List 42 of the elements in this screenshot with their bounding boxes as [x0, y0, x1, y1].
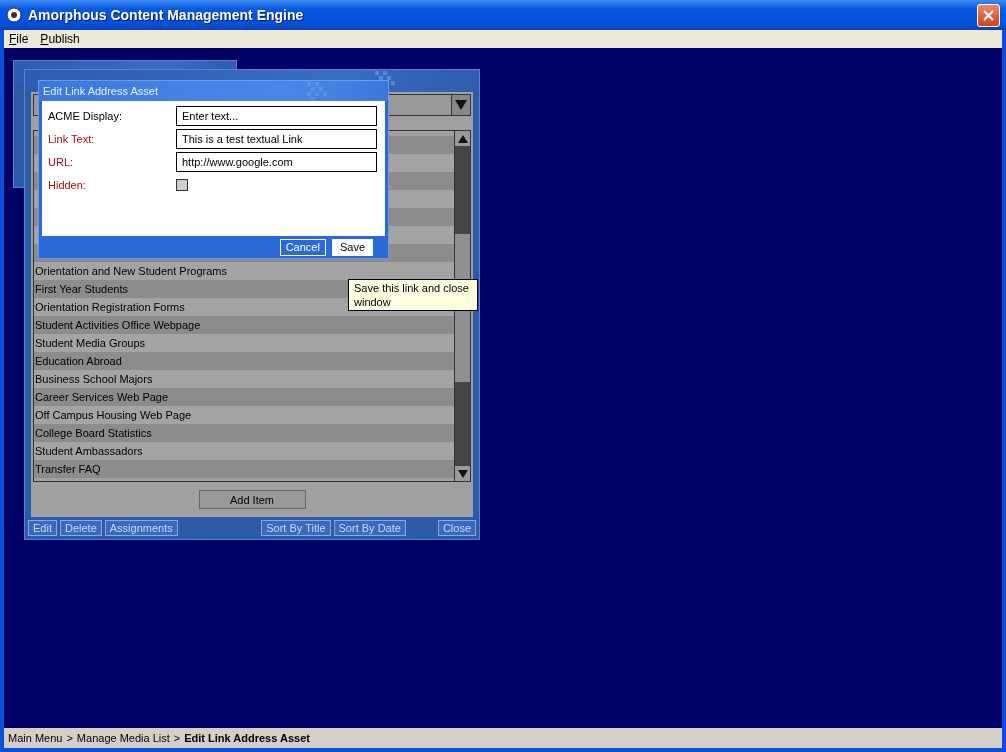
caret-icon	[455, 100, 467, 110]
breadcrumb-separator: >	[173, 732, 181, 744]
text-field[interactable]: http://www.google.com	[176, 152, 377, 172]
field-label: ACME Display:	[48, 110, 122, 122]
breadcrumb-link[interactable]: Main Menu	[8, 732, 63, 744]
up-arrow-icon	[457, 134, 468, 143]
field-label: Hidden:	[48, 179, 86, 191]
list-item[interactable]: Transfer FAQ	[34, 460, 454, 478]
list-item[interactable]: Education Abroad	[34, 352, 454, 370]
toolbar-button[interactable]: Delete	[59, 520, 102, 536]
toolbar-button[interactable]: Edit	[28, 520, 57, 536]
close-window-button[interactable]: Close	[437, 520, 476, 536]
tooltip: Save this link and close window	[348, 279, 478, 311]
checkbox[interactable]	[176, 179, 188, 191]
list-item[interactable]: Career Services Web Page	[34, 388, 454, 406]
text-field[interactable]: Enter text...	[176, 106, 377, 126]
close-button[interactable]	[977, 3, 1000, 27]
dialog-title: Edit Link Address Asset	[43, 85, 158, 97]
menu-item[interactable]: Publish	[40, 32, 80, 46]
cancel-button[interactable]: Cancel	[279, 238, 326, 256]
add-item-button[interactable]: Add Item	[198, 490, 306, 509]
window-title: Amorphous Content Management Engine	[28, 7, 305, 23]
list-item[interactable]: Student Media Groups	[34, 334, 454, 352]
menu-item[interactable]: File	[9, 32, 29, 46]
list-item[interactable]: Orientation and New Student Programs	[34, 262, 454, 280]
list-item[interactable]: College Board Statistics	[34, 424, 454, 442]
text-field[interactable]: This is a test textual Link	[176, 129, 377, 149]
save-button[interactable]: Save	[331, 238, 373, 256]
sort-button[interactable]: Sort By Title	[261, 520, 331, 536]
close-icon	[983, 9, 994, 21]
sort-button[interactable]: Sort By Date	[333, 520, 406, 536]
breadcrumb-current: Edit Link Address Asset	[184, 732, 310, 744]
down-arrow-icon	[457, 469, 468, 478]
list-item[interactable]: Business School Majors	[34, 370, 454, 388]
list-item[interactable]: Off Campus Housing Web Page	[34, 406, 454, 424]
toolbar-button[interactable]: Assignments	[104, 520, 178, 536]
breadcrumb-link[interactable]: Manage Media List	[76, 732, 170, 744]
list-item[interactable]: Student Activities Office Webpage	[34, 316, 454, 334]
field-label: URL:	[48, 156, 74, 168]
field-label: Link Text:	[48, 133, 95, 145]
breadcrumb-separator: >	[66, 732, 73, 744]
list-item[interactable]: Student Ambassadors	[34, 442, 454, 460]
